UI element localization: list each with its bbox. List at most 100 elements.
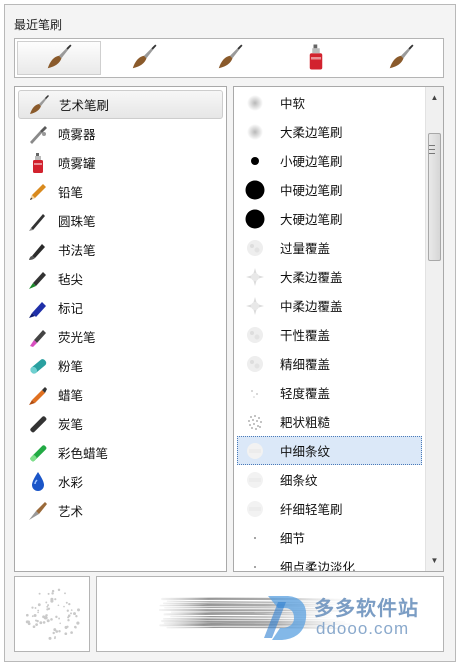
recent-brush-slot[interactable] [188, 41, 272, 75]
brush-style-item[interactable]: 纤细轻笔刷 [237, 494, 422, 523]
tool-category-label: 彩色蜡笔 [58, 447, 109, 461]
brush-style-item[interactable]: 轻度覆盖 [237, 378, 422, 407]
tool-category-item[interactable]: 毡尖 [18, 264, 223, 293]
recent-brush-slot[interactable] [17, 41, 101, 75]
speckle-icon [244, 411, 266, 433]
tool-category-item[interactable]: 艺术笔刷 [18, 90, 223, 119]
brush-style-item[interactable]: 大柔边笔刷 [237, 117, 422, 146]
faint-stripe-icon [244, 440, 266, 462]
watermark-logo: 多多软件站 ddooo.com [258, 586, 448, 646]
brush-style-item[interactable]: 耙状粗糙 [237, 407, 422, 436]
tool-category-item[interactable]: 喷雾器 [18, 119, 223, 148]
tool-category-item[interactable]: 荧光笔 [18, 322, 223, 351]
tool-category-item[interactable]: 书法笔 [18, 235, 223, 264]
crayon-icon [26, 383, 50, 407]
art-brush-icon [44, 42, 74, 75]
brush-style-label: 干性覆盖 [280, 329, 331, 343]
watermark-domain-text: ddooo.com [316, 619, 410, 638]
small-hard-dot-icon [244, 150, 266, 172]
recent-brush-slot[interactable] [359, 41, 443, 75]
brush-style-item[interactable]: 细点柔边淡化 [237, 552, 422, 572]
brush-style-label: 细条纹 [280, 474, 318, 488]
star-texture-icon [244, 266, 266, 288]
recent-brushes-bar [14, 38, 444, 78]
brush-style-item[interactable]: 小硬边笔刷 [237, 146, 422, 175]
felt-tip-icon [26, 267, 50, 291]
brush-style-item[interactable]: 大硬边笔刷 [237, 204, 422, 233]
texture-dot-icon [244, 324, 266, 346]
brush-style-list: 中软大柔边笔刷小硬边笔刷中硬边笔刷大硬边笔刷过量覆盖大柔边覆盖中柔边覆盖干性覆盖… [233, 86, 444, 572]
tool-category-item[interactable]: 艺术 [18, 496, 223, 525]
brush-style-item[interactable]: 中硬边笔刷 [237, 175, 422, 204]
brush-list-scrollbar[interactable]: ▲ ▼ [425, 87, 443, 571]
brush-style-item[interactable]: 过量覆盖 [237, 233, 422, 262]
brush-tip-preview [14, 576, 90, 652]
color-crayon-icon [26, 441, 50, 465]
faint-stripe-icon [244, 469, 266, 491]
tool-category-item[interactable]: 标记 [18, 293, 223, 322]
brush-style-label: 小硬边笔刷 [280, 155, 343, 169]
tool-category-label: 炭笔 [58, 418, 84, 432]
art-brush-icon [386, 42, 416, 75]
tiny-dot-icon [244, 556, 266, 572]
brush-style-label: 中柔边覆盖 [280, 300, 343, 314]
brush-style-label: 大柔边覆盖 [280, 271, 343, 285]
charcoal-icon [26, 412, 50, 436]
brush-style-label: 精细覆盖 [280, 358, 331, 372]
star-texture-icon [244, 295, 266, 317]
tool-category-label: 圆珠笔 [58, 215, 96, 229]
brush-tip-dots-icon [25, 588, 80, 640]
calligraphy-pen-icon [26, 238, 50, 262]
tool-category-label: 标记 [58, 302, 84, 316]
tool-category-label: 荧光笔 [58, 331, 96, 345]
highlighter-icon [26, 325, 50, 349]
texture-dot-icon [244, 353, 266, 375]
brush-style-label: 中细条纹 [280, 445, 331, 459]
brush-style-label: 大硬边笔刷 [280, 213, 343, 227]
brush-style-item[interactable]: 细条纹 [237, 465, 422, 494]
hard-dot-icon [244, 208, 266, 230]
tool-category-label: 毡尖 [58, 273, 84, 287]
scroll-down-icon[interactable]: ▼ [426, 552, 443, 569]
brush-style-item[interactable]: 中细条纹 [237, 436, 422, 465]
soft-dot-icon [244, 92, 266, 114]
brush-style-item[interactable]: 干性覆盖 [237, 320, 422, 349]
art-knife-icon [26, 499, 50, 523]
tool-category-item[interactable]: 蜡笔 [18, 380, 223, 409]
recent-brush-slot[interactable] [274, 41, 358, 75]
tiny-dot-icon [244, 527, 266, 549]
brush-style-label: 过量覆盖 [280, 242, 331, 256]
tool-category-item[interactable]: 水彩 [18, 467, 223, 496]
texture-dot-icon [244, 237, 266, 259]
light-dots-icon [244, 382, 266, 404]
brush-style-item[interactable]: 中柔边覆盖 [237, 291, 422, 320]
brush-style-label: 中硬边笔刷 [280, 184, 343, 198]
tool-category-item[interactable]: 粉笔 [18, 351, 223, 380]
art-brush-icon [27, 93, 51, 117]
tool-category-label: 艺术 [58, 505, 84, 519]
brush-style-item[interactable]: 细节 [237, 523, 422, 552]
tool-category-label: 蜡笔 [58, 389, 84, 403]
brush-style-item[interactable]: 中软 [237, 88, 422, 117]
watermark-chinese-text: 多多软件站 [314, 598, 419, 620]
brush-style-label: 中软 [280, 97, 306, 111]
tool-category-item[interactable]: 圆珠笔 [18, 206, 223, 235]
pencil-icon [26, 180, 50, 204]
tool-category-label: 书法笔 [58, 244, 96, 258]
scroll-up-icon[interactable]: ▲ [426, 89, 443, 106]
soft-dot-icon [244, 121, 266, 143]
tool-category-label: 喷雾器 [58, 128, 96, 142]
brush-style-label: 细节 [280, 532, 306, 546]
tool-category-item[interactable]: 喷雾罐 [18, 148, 223, 177]
tool-category-item[interactable]: 炭笔 [18, 409, 223, 438]
recent-brush-slot[interactable] [103, 41, 187, 75]
brush-style-item[interactable]: 精细覆盖 [237, 349, 422, 378]
tool-category-label: 铅笔 [58, 186, 84, 200]
tool-category-item[interactable]: 铅笔 [18, 177, 223, 206]
brush-style-label: 纤细轻笔刷 [280, 503, 343, 517]
ballpoint-pen-icon [26, 209, 50, 233]
airbrush-icon [26, 122, 50, 146]
brush-style-item[interactable]: 大柔边覆盖 [237, 262, 422, 291]
tool-category-list: 艺术笔刷喷雾器喷雾罐铅笔圆珠笔书法笔毡尖标记荧光笔粉笔蜡笔炭笔彩色蜡笔水彩艺术 [14, 86, 227, 572]
tool-category-item[interactable]: 彩色蜡笔 [18, 438, 223, 467]
